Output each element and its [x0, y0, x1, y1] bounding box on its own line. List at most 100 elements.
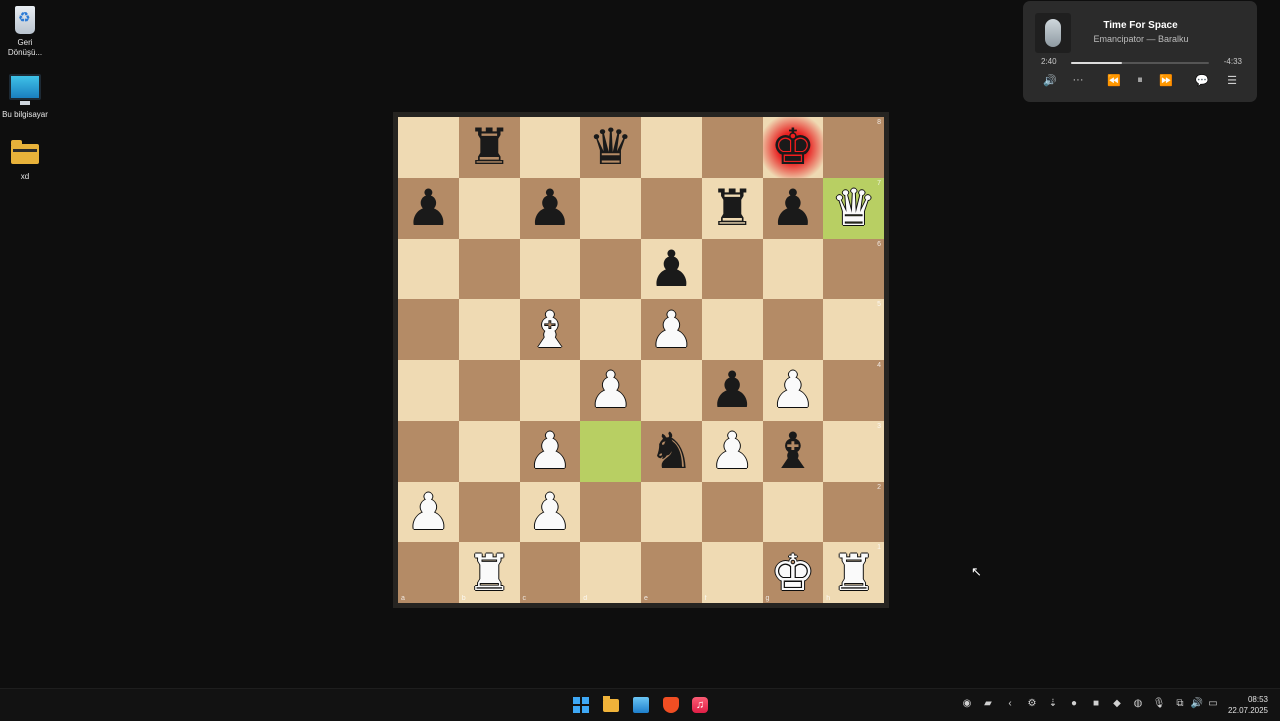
square-c6[interactable] [519, 238, 581, 300]
square-e6[interactable]: ♟ [641, 238, 702, 300]
white-pawn-icon[interactable]: ♟ [588, 365, 633, 415]
square-a2[interactable]: ♟ [398, 481, 459, 543]
square-g5[interactable] [762, 299, 824, 360]
white-pawn-icon[interactable]: ♟ [710, 426, 755, 476]
square-c3[interactable]: ♟ [519, 420, 581, 482]
square-b1[interactable]: b ♜ [458, 542, 520, 603]
square-c8[interactable] [519, 117, 581, 178]
white-rook-icon[interactable]: ♜ [831, 548, 876, 598]
square-h7[interactable]: 7 ♛ [823, 177, 884, 239]
square-e2[interactable] [641, 481, 702, 543]
square-f5[interactable] [701, 299, 763, 360]
photos-app-icon[interactable] [633, 697, 649, 713]
black-queen-icon[interactable]: ♛ [588, 122, 633, 172]
square-g8[interactable]: ♚ [762, 117, 824, 178]
square-d3[interactable] [580, 420, 641, 482]
tray-app-icon-4[interactable]: ◆ [1110, 698, 1124, 709]
square-e8[interactable] [641, 117, 702, 178]
square-g1[interactable]: g ♚ [762, 542, 824, 603]
black-pawn-icon[interactable]: ♟ [406, 183, 451, 233]
square-a1[interactable]: a [398, 542, 459, 603]
square-c2[interactable]: ♟ [519, 481, 581, 543]
square-d5[interactable] [580, 299, 641, 360]
white-pawn-icon[interactable]: ♟ [527, 426, 572, 476]
white-pawn-icon[interactable]: ♟ [649, 305, 694, 355]
white-king-icon[interactable]: ♚ [770, 548, 815, 598]
square-h1[interactable]: 1 h ♜ [823, 542, 884, 603]
black-bishop-icon[interactable]: ♝ [770, 426, 815, 476]
square-e3[interactable]: ♞ [641, 420, 702, 482]
white-bishop-icon[interactable]: ♝ [527, 305, 572, 355]
tray-app-icon-3[interactable]: ■ [1089, 698, 1103, 709]
black-pawn-icon[interactable]: ♟ [527, 183, 572, 233]
square-a3[interactable] [398, 420, 459, 482]
square-g3[interactable]: ♝ [762, 420, 824, 482]
system-clock[interactable]: 08:53 22.07.2025 [1228, 694, 1268, 716]
tray-mic-icon[interactable]: 🎙 [1152, 698, 1166, 709]
tray-app-icon-2[interactable]: ● [1067, 698, 1081, 709]
square-e1[interactable]: e [641, 542, 702, 603]
tray-app-icon-1[interactable]: ◉ [960, 698, 974, 709]
square-g7[interactable]: ♟ [762, 177, 824, 239]
square-b6[interactable] [458, 238, 520, 300]
black-pawn-icon[interactable]: ♟ [770, 183, 815, 233]
square-f4[interactable]: ♟ [701, 360, 763, 421]
volume-icon[interactable]: 🔊 [1041, 74, 1059, 87]
desktop-icon-xd-folder[interactable]: xd [2, 140, 48, 182]
album-art[interactable] [1035, 13, 1071, 53]
square-g4[interactable]: ♟ [762, 360, 824, 421]
lyrics-icon[interactable]: 💬 [1193, 74, 1211, 87]
square-a8[interactable] [398, 117, 459, 178]
tray-battery-icon[interactable]: ▭ [1206, 698, 1220, 709]
square-c5[interactable]: ♝ [519, 299, 581, 360]
tray-nvidia-icon[interactable]: ▰ [981, 698, 995, 709]
square-f6[interactable] [701, 238, 763, 300]
square-g6[interactable] [762, 238, 824, 300]
tray-chevron-icon[interactable]: ‹ [1003, 698, 1017, 709]
square-b3[interactable] [458, 420, 520, 482]
square-b8[interactable]: ♜ [458, 117, 520, 178]
square-c1[interactable]: c [519, 542, 581, 603]
square-f8[interactable] [701, 117, 763, 178]
square-h6[interactable]: 6 [823, 238, 884, 300]
square-b7[interactable] [458, 177, 520, 239]
black-king-icon[interactable]: ♚ [770, 122, 815, 172]
square-d7[interactable] [580, 177, 641, 239]
tray-edge-icon[interactable]: ◍ [1131, 698, 1145, 709]
tray-volume-icon[interactable]: 🔊 [1190, 698, 1204, 709]
white-queen-icon[interactable]: ♛ [831, 183, 876, 233]
pause-icon[interactable]: ⏸ [1131, 74, 1149, 87]
square-f3[interactable]: ♟ [701, 420, 763, 482]
square-g2[interactable] [762, 481, 824, 543]
square-f2[interactable] [701, 481, 763, 543]
black-pawn-icon[interactable]: ♟ [649, 244, 694, 294]
file-explorer-icon[interactable] [603, 696, 619, 712]
queue-icon[interactable]: ☰ [1223, 74, 1241, 87]
square-c4[interactable] [519, 360, 581, 421]
tray-download-icon[interactable]: ⇣ [1046, 698, 1060, 709]
square-h2[interactable]: 2 [823, 481, 884, 543]
white-pawn-icon[interactable]: ♟ [527, 487, 572, 537]
square-a5[interactable] [398, 299, 459, 360]
square-a4[interactable] [398, 360, 459, 421]
black-rook-icon[interactable]: ♜ [710, 183, 755, 233]
white-rook-icon[interactable]: ♜ [467, 548, 512, 598]
square-d2[interactable] [580, 481, 641, 543]
chessboard[interactable]: ♜ ♛ ♚ 8 ♟ ♟ ♜ ♟ 7 ♛ ♟ 6 ♝ ♟ 5 ♟ ♟ ♟ 4 ♟ ♞ ♟ ♝ 3 ♟ ♟ 2 a b ♜ c d e f g ♚ 1 h ♜ [398, 117, 884, 603]
black-pawn-icon[interactable]: ♟ [710, 365, 755, 415]
progress-bar[interactable] [1071, 62, 1209, 64]
next-icon[interactable]: ⏩ [1157, 74, 1175, 87]
black-knight-icon[interactable]: ♞ [649, 426, 694, 476]
black-rook-icon[interactable]: ♜ [467, 122, 512, 172]
square-d8[interactable]: ♛ [580, 117, 641, 178]
square-b4[interactable] [458, 360, 520, 421]
white-pawn-icon[interactable]: ♟ [406, 487, 451, 537]
apple-music-icon[interactable]: ♫ [692, 697, 708, 713]
brave-browser-icon[interactable] [663, 697, 679, 713]
tray-network-icon[interactable]: ⧉ [1173, 698, 1187, 709]
square-e5[interactable]: ♟ [641, 299, 702, 360]
square-h3[interactable]: 3 [823, 420, 884, 482]
more-options-icon[interactable]: ··· [1069, 74, 1087, 86]
square-d4[interactable]: ♟ [580, 360, 641, 421]
desktop-icon-this-pc[interactable]: Bu bilgisayar [2, 74, 48, 120]
